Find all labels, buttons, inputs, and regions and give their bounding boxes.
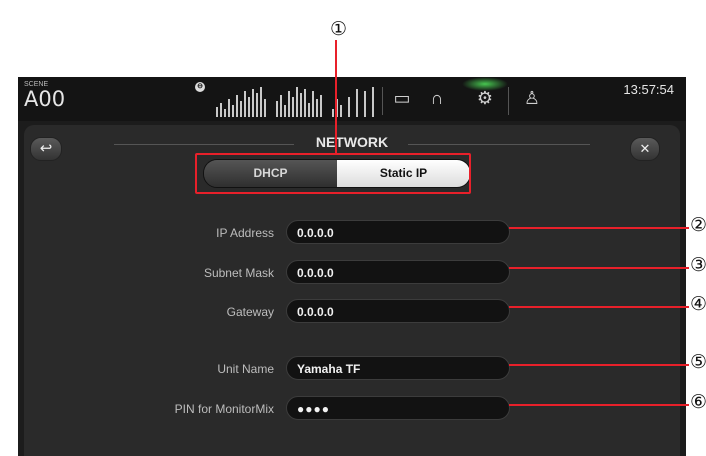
callout-line-4: [509, 306, 689, 308]
gateway-field[interactable]: 0.0.0.0: [286, 299, 510, 323]
user-icon[interactable]: ♙: [520, 87, 544, 109]
callout-line-2: [509, 227, 689, 229]
clock: 13:57:54: [623, 82, 674, 97]
callout-2: ②: [690, 214, 706, 236]
ip-address-label: IP Address: [216, 226, 274, 240]
title-rule-right: [408, 144, 590, 145]
gear-icon[interactable]: ⚙: [473, 87, 497, 109]
pin-field[interactable]: ●●●●: [286, 396, 510, 420]
callout-3: ③: [690, 254, 706, 276]
callout-line-1: [335, 40, 337, 153]
subnet-mask-label: Subnet Mask: [203, 266, 274, 280]
meter-icon[interactable]: [214, 83, 377, 117]
callout-4: ④: [690, 293, 706, 315]
callout-5: ⑤: [690, 351, 706, 373]
callout-line-6: [509, 404, 689, 406]
close-button[interactable]: ✕: [630, 137, 660, 161]
callout-6: ⑥: [690, 391, 706, 413]
headphones-icon[interactable]: ∩: [425, 87, 449, 109]
meter-badge-icon: ⊖: [195, 82, 205, 92]
subnet-mask-field[interactable]: 0.0.0.0: [286, 260, 510, 284]
top-bar: SCENE A00 ⊖ ▭ ∩ ⚙ ♙ 13:57:54: [18, 77, 686, 121]
monitor-icon[interactable]: ▭: [390, 87, 414, 109]
unit-name-label: Unit Name: [217, 362, 274, 376]
callout-line-5: [509, 364, 689, 366]
topbar-divider: [508, 87, 509, 115]
pin-label: PIN for MonitorMix: [174, 402, 274, 416]
unit-name-field[interactable]: Yamaha TF: [286, 356, 510, 380]
page-title: NETWORK: [315, 134, 389, 150]
callout-line-3: [509, 267, 689, 269]
callout-highlight-box: [195, 153, 471, 194]
scene-number[interactable]: A00: [24, 87, 65, 111]
topbar-divider: [382, 87, 383, 115]
callout-1: ①: [330, 18, 348, 40]
gateway-label: Gateway: [226, 305, 274, 319]
ip-address-field[interactable]: 0.0.0.0: [286, 220, 510, 244]
